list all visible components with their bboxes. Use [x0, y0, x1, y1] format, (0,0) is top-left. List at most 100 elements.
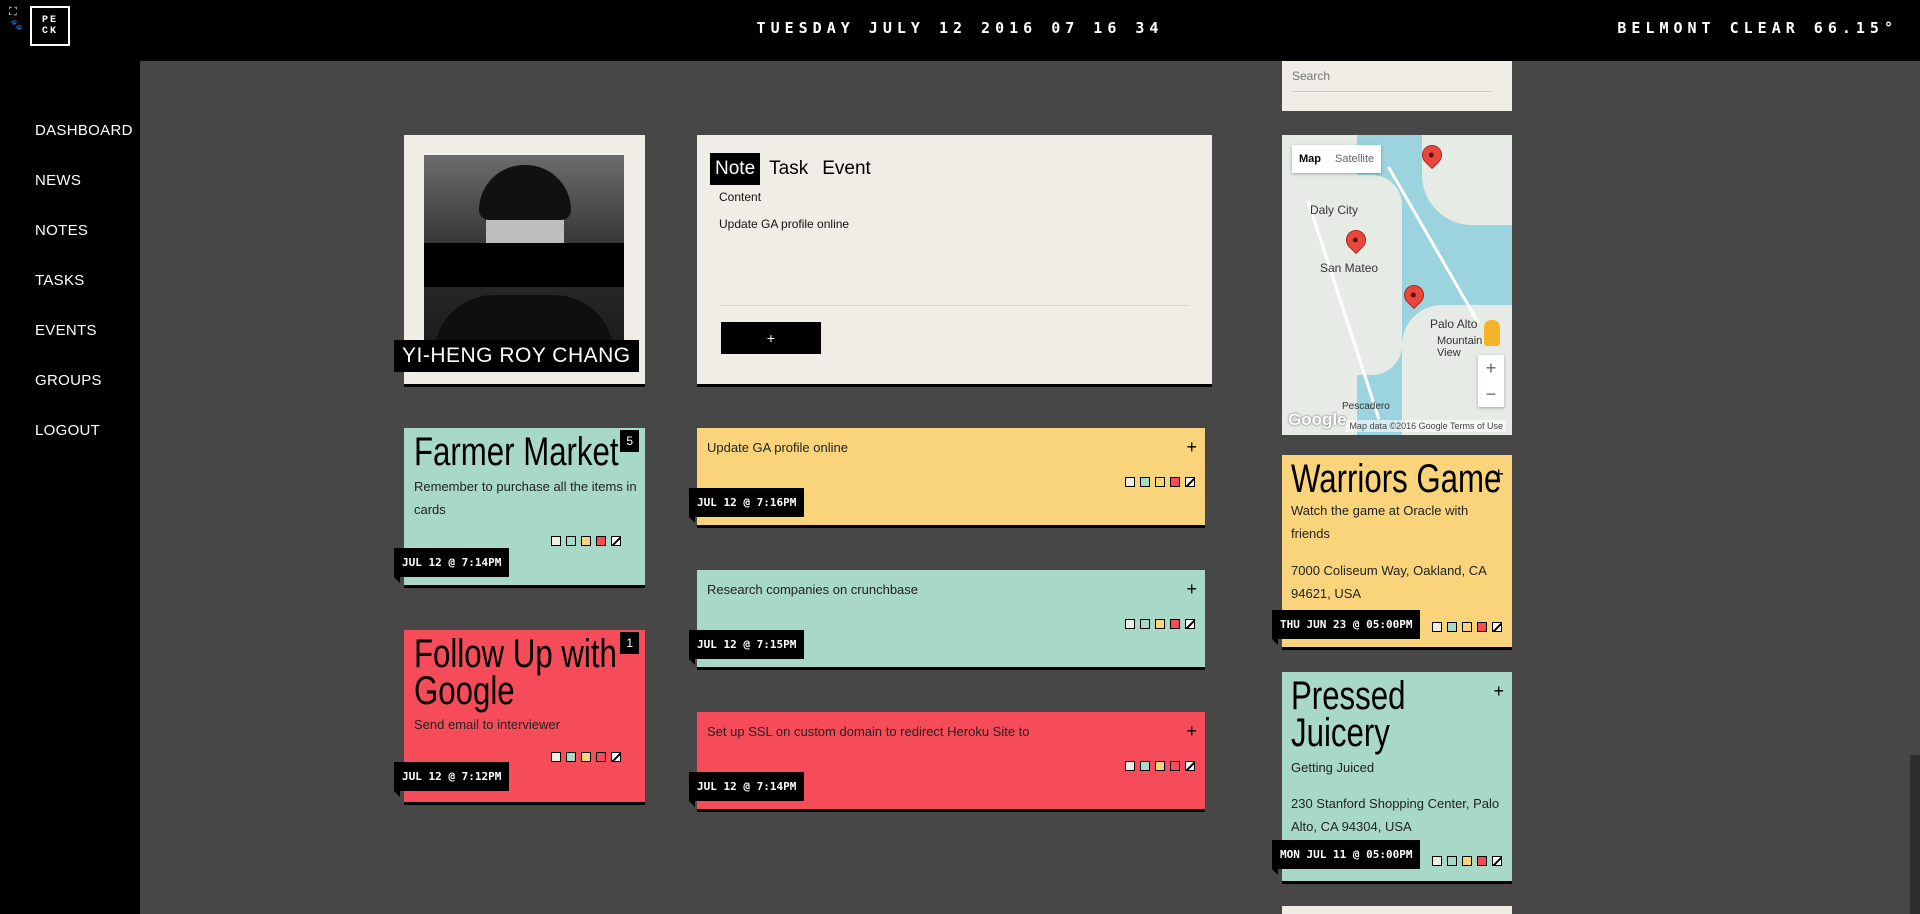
- nav-notes[interactable]: NOTES: [35, 221, 140, 271]
- map-label-daly-city: Daly City: [1310, 203, 1359, 217]
- expand-icon[interactable]: ⛶: [9, 7, 17, 18]
- swatch-green[interactable]: [1140, 477, 1150, 487]
- swatch-beige[interactable]: [1125, 477, 1135, 487]
- event-title: Warriors Game: [1291, 457, 1502, 501]
- note-title: Follow Up with Google: [414, 634, 617, 711]
- swatch-green[interactable]: [1447, 622, 1457, 632]
- profile-card: YI-HENG ROY CHANG: [394, 135, 645, 387]
- swatch-beige[interactable]: [1125, 761, 1135, 771]
- swatch-red[interactable]: [1170, 761, 1180, 771]
- nav-dashboard[interactable]: DASHBOARD: [35, 121, 140, 171]
- task-card[interactable]: Set up SSL on custom domain to redirect …: [689, 712, 1205, 812]
- event-card[interactable]: Warriors Game + Watch the game at Oracle…: [1272, 455, 1512, 650]
- swatch-yellow[interactable]: [1155, 619, 1165, 629]
- swatch-green[interactable]: [1140, 619, 1150, 629]
- zoom-out-button[interactable]: −: [1478, 381, 1504, 407]
- delete-icon[interactable]: [1492, 622, 1502, 632]
- plus-icon[interactable]: +: [1186, 580, 1197, 598]
- event-card[interactable]: Pressed Juicery + Getting Juiced 230 Sta…: [1272, 672, 1512, 884]
- map-button[interactable]: Map: [1292, 145, 1328, 173]
- pegman-icon[interactable]: [1484, 320, 1500, 346]
- tab-task[interactable]: Task: [764, 153, 813, 185]
- event-date: THU JUN 23 @ 05:00PM: [1272, 610, 1421, 645]
- content-input[interactable]: Update GA profile online: [719, 217, 849, 231]
- plus-icon[interactable]: +: [1186, 722, 1197, 740]
- map-label-palo-alto: Palo Alto: [1430, 317, 1478, 331]
- task-card[interactable]: Research companies on crunchbase + JUL 1…: [689, 570, 1205, 670]
- weather-display: BELMONT CLEAR 66.15°: [1617, 19, 1898, 37]
- satellite-button[interactable]: Satellite: [1328, 145, 1381, 173]
- google-logo: Google: [1288, 410, 1347, 429]
- search-input[interactable]: [1292, 65, 1492, 92]
- swatch-beige[interactable]: [551, 752, 561, 762]
- note-description: Remember to purchase all the items in ca…: [414, 479, 637, 517]
- nav-events[interactable]: EVENTS: [35, 321, 140, 371]
- terms-link[interactable]: Terms of Use: [1450, 421, 1503, 431]
- note-card[interactable]: Follow Up with Google 1 Send email to in…: [394, 630, 645, 805]
- task-text: Update GA profile online: [707, 440, 848, 455]
- color-swatches: [551, 752, 621, 762]
- swatch-red[interactable]: [1477, 856, 1487, 866]
- swatch-red[interactable]: [596, 536, 606, 546]
- composer-card: Note Task Event Content Update GA profil…: [697, 135, 1212, 387]
- event-date: MON JUL 11 @ 05:00PM: [1272, 840, 1421, 875]
- plus-icon[interactable]: +: [1186, 438, 1197, 456]
- swatch-yellow[interactable]: [581, 536, 591, 546]
- color-swatches: [551, 536, 621, 546]
- zoom-controls: + −: [1478, 355, 1504, 407]
- plus-icon[interactable]: +: [1493, 465, 1504, 483]
- note-count-badge: 1: [620, 632, 639, 654]
- add-button[interactable]: +: [721, 322, 821, 354]
- nav-news[interactable]: NEWS: [35, 171, 140, 221]
- photo-censor-bar: [424, 243, 624, 287]
- tab-note[interactable]: Note: [710, 153, 761, 185]
- task-date: JUL 12 @ 7:15PM: [689, 630, 805, 665]
- swatch-red[interactable]: [1170, 619, 1180, 629]
- tab-event[interactable]: Event: [817, 153, 876, 185]
- scrollbar[interactable]: [1910, 755, 1920, 914]
- swatch-green[interactable]: [566, 536, 576, 546]
- swatch-yellow[interactable]: [1462, 856, 1472, 866]
- swatch-yellow[interactable]: [1155, 761, 1165, 771]
- nav-logout[interactable]: LOGOUT: [35, 421, 140, 471]
- nav-tasks[interactable]: TASKS: [35, 271, 140, 321]
- swatch-beige[interactable]: [1125, 619, 1135, 629]
- swatch-green[interactable]: [1140, 761, 1150, 771]
- event-title-line-1: Pressed: [1291, 674, 1406, 718]
- event-description: Getting Juiced: [1291, 760, 1375, 775]
- swatch-beige[interactable]: [551, 536, 561, 546]
- swatch-red[interactable]: [596, 752, 606, 762]
- delete-icon[interactable]: [611, 752, 621, 762]
- note-count-badge: 5: [620, 430, 639, 452]
- map-type-toggle: Map Satellite: [1292, 145, 1382, 173]
- zoom-in-button[interactable]: +: [1478, 355, 1504, 381]
- note-date: JUL 12 @ 7:12PM: [394, 762, 510, 797]
- delete-icon[interactable]: [1492, 856, 1502, 866]
- swatch-yellow[interactable]: [581, 752, 591, 762]
- divider: [719, 305, 1190, 306]
- content-label: Content: [719, 190, 762, 204]
- note-card[interactable]: Farmer Market 5 Remember to purchase all…: [394, 428, 645, 588]
- map-label-pescadero: Pescadero: [1342, 401, 1390, 412]
- delete-icon[interactable]: [611, 536, 621, 546]
- map[interactable]: Map Satellite Daly City San Mateo Palo A…: [1282, 135, 1512, 435]
- task-card[interactable]: Update GA profile online + JUL 12 @ 7:16…: [689, 428, 1205, 528]
- plus-icon[interactable]: +: [1493, 682, 1504, 700]
- nav-list: DASHBOARD NEWS NOTES TASKS EVENTS GROUPS…: [0, 61, 140, 471]
- swatch-beige[interactable]: [1432, 856, 1442, 866]
- event-address: 230 Stanford Shopping Center, Palo Alto,…: [1291, 796, 1500, 834]
- delete-icon[interactable]: [1185, 761, 1195, 771]
- map-attribution: Map data ©2016 Google: [1349, 421, 1448, 431]
- swatch-green[interactable]: [1447, 856, 1457, 866]
- swatch-yellow[interactable]: [1462, 622, 1472, 632]
- swatch-green[interactable]: [566, 752, 576, 762]
- swatch-red[interactable]: [1170, 477, 1180, 487]
- delete-icon[interactable]: [1185, 477, 1195, 487]
- delete-icon[interactable]: [1185, 619, 1195, 629]
- note-date: JUL 12 @ 7:14PM: [394, 548, 510, 583]
- swatch-beige[interactable]: [1432, 622, 1442, 632]
- event-title-line-2: Juicery: [1291, 711, 1390, 755]
- swatch-red[interactable]: [1477, 622, 1487, 632]
- swatch-yellow[interactable]: [1155, 477, 1165, 487]
- nav-groups[interactable]: GROUPS: [35, 371, 140, 421]
